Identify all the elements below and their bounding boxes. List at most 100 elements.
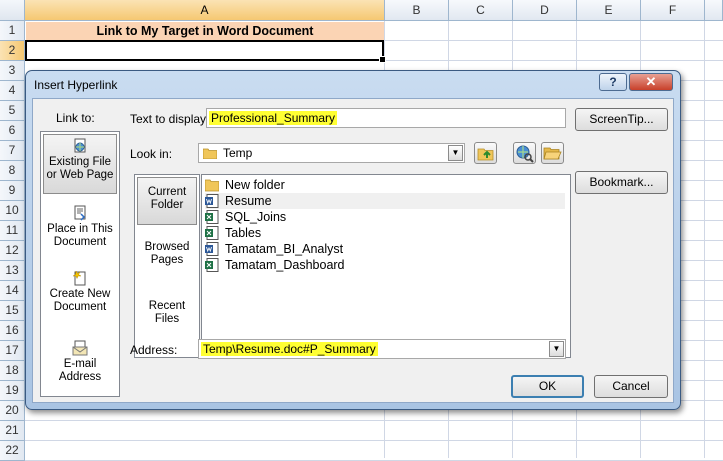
link-to-panel: Existing File or Web Page Place in This …	[40, 131, 120, 397]
file-item-tables[interactable]: Tables	[205, 225, 565, 241]
look-in-dropdown[interactable]: Temp ▼	[198, 143, 465, 163]
cell-a1[interactable]: Link to My Target in Word Document	[26, 22, 384, 41]
gridline	[704, 21, 705, 458]
look-in-label: Look in:	[130, 147, 173, 161]
row-header-9[interactable]: 9	[0, 181, 25, 201]
gridline	[25, 440, 723, 441]
row-header-11[interactable]: 11	[0, 221, 25, 241]
column-header-e[interactable]: E	[577, 0, 641, 21]
column-header-f[interactable]: F	[641, 0, 705, 21]
file-list: New folder Resume SQL_Joins Tables Tamat…	[201, 174, 571, 358]
row-header-1[interactable]: 1	[0, 21, 25, 41]
row-header-16[interactable]: 16	[0, 321, 25, 341]
insert-hyperlink-dialog: Insert Hyperlink ? ✕ Link to: Existing F…	[25, 70, 681, 410]
word-doc-icon	[205, 242, 219, 256]
word-doc-icon	[205, 194, 219, 208]
text-to-display-value: Professional_Summary	[209, 111, 338, 125]
file-name: Resume	[225, 194, 272, 208]
bookmark-button[interactable]: Bookmark...	[575, 171, 668, 194]
link-to-create-new-document[interactable]: Create New Document	[43, 267, 117, 317]
row-header-2[interactable]: 2	[0, 41, 25, 61]
text-to-display-input[interactable]: Professional_Summary	[206, 108, 566, 128]
address-value: Temp\Resume.doc#P_Summary	[201, 342, 378, 356]
browse-options-panel: Current Folder Browsed Pages Recent File…	[134, 174, 200, 358]
row-header-21[interactable]: 21	[0, 421, 25, 441]
link-to-email-address-label: E-mail Address	[58, 358, 102, 383]
file-item-new-folder[interactable]: New folder	[205, 177, 565, 193]
dialog-body: Link to: Existing File or Web Page Place…	[32, 98, 674, 403]
link-to-email-address[interactable]: E-mail Address	[43, 337, 117, 383]
file-name: New folder	[225, 178, 285, 192]
row-header-4[interactable]: 4	[0, 81, 25, 101]
file-item-resume[interactable]: Resume	[205, 193, 565, 209]
file-name: Tables	[225, 226, 262, 240]
dialog-title: Insert Hyperlink	[34, 78, 118, 92]
text-to-display-label: Text to display:	[130, 112, 210, 126]
row-header-20[interactable]: 20	[0, 401, 25, 421]
folder-icon	[203, 148, 217, 159]
close-button[interactable]: ✕	[629, 73, 673, 91]
nav-current-folder[interactable]: Current Folder	[137, 177, 197, 225]
gridline	[25, 420, 723, 421]
folder-up-icon	[477, 148, 494, 161]
dialog-titlebar[interactable]: Insert Hyperlink ? ✕	[26, 71, 680, 99]
file-name: SQL_Joins	[225, 210, 287, 224]
column-header-c[interactable]: C	[449, 0, 513, 21]
globe-document-icon	[74, 138, 86, 153]
row-header-18[interactable]: 18	[0, 361, 25, 381]
row-header-6[interactable]: 6	[0, 121, 25, 141]
select-all-corner[interactable]	[0, 0, 25, 21]
row-header-5[interactable]: 5	[0, 101, 25, 121]
nav-recent-files[interactable]: Recent Files	[137, 298, 197, 338]
row-header-14[interactable]: 14	[0, 281, 25, 301]
column-header-a[interactable]: A	[25, 0, 385, 21]
open-folder-icon	[543, 147, 562, 160]
file-name: Tamatam_Dashboard	[225, 258, 345, 272]
ok-button[interactable]: OK	[511, 375, 584, 398]
help-button[interactable]: ?	[599, 73, 627, 91]
look-in-dropdown-arrow[interactable]: ▼	[448, 145, 463, 161]
row-header-19[interactable]: 19	[0, 381, 25, 401]
file-item-tamatam-dashboard[interactable]: Tamatam_Dashboard	[205, 257, 565, 273]
file-name: Tamatam_BI_Analyst	[225, 242, 344, 256]
browse-web-icon	[516, 145, 534, 163]
link-to-create-new-document-label: Create New Document	[49, 288, 111, 313]
excel-doc-icon	[205, 226, 219, 240]
link-to-existing-file-label: Existing File or Web Page	[46, 156, 114, 181]
column-header-b[interactable]: B	[385, 0, 449, 21]
cell-a2-selected[interactable]	[25, 40, 386, 63]
screentip-button[interactable]: ScreenTip...	[575, 108, 668, 131]
address-dropdown-arrow[interactable]: ▼	[549, 341, 564, 357]
row-header-22[interactable]: 22	[0, 441, 25, 461]
column-header-g[interactable]	[705, 0, 723, 21]
row-header-7[interactable]: 7	[0, 141, 25, 161]
browse-file-button[interactable]	[541, 142, 564, 164]
file-item-tamatam-bi-analyst[interactable]: Tamatam_BI_Analyst	[205, 241, 565, 257]
link-to-label: Link to:	[56, 111, 95, 125]
document-bookmark-icon	[74, 205, 86, 221]
new-document-icon	[72, 270, 86, 286]
look-in-value: Temp	[223, 146, 253, 160]
link-to-place-in-document[interactable]: Place in This Document	[43, 202, 117, 252]
browse-web-button[interactable]	[513, 142, 536, 164]
envelope-icon	[72, 340, 88, 356]
row-header-12[interactable]: 12	[0, 241, 25, 261]
address-input[interactable]: Temp\Resume.doc#P_Summary ▼	[198, 339, 566, 359]
link-to-existing-file[interactable]: Existing File or Web Page	[43, 134, 117, 194]
cancel-button[interactable]: Cancel	[594, 375, 668, 398]
link-to-place-in-document-label: Place in This Document	[47, 223, 113, 248]
nav-browsed-pages[interactable]: Browsed Pages	[137, 239, 197, 279]
row-header-17[interactable]: 17	[0, 341, 25, 361]
excel-doc-icon	[205, 258, 219, 272]
row-header-13[interactable]: 13	[0, 261, 25, 281]
address-label: Address:	[130, 343, 178, 357]
fill-handle[interactable]	[379, 56, 386, 63]
row-header-10[interactable]: 10	[0, 201, 25, 221]
row-header-15[interactable]: 15	[0, 301, 25, 321]
column-header-d[interactable]: D	[513, 0, 577, 21]
folder-icon	[205, 179, 219, 192]
up-one-folder-button[interactable]	[474, 142, 497, 164]
file-item-sql-joins[interactable]: SQL_Joins	[205, 209, 565, 225]
row-header-8[interactable]: 8	[0, 161, 25, 181]
row-header-3[interactable]: 3	[0, 61, 25, 81]
